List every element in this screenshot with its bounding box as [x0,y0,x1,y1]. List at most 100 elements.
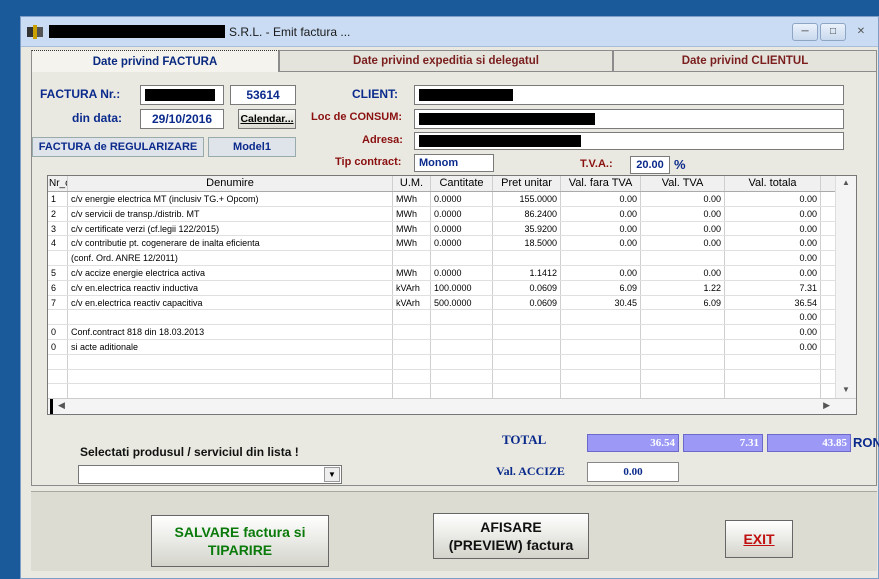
table-row[interactable] [48,384,856,400]
scroll-left-icon[interactable]: ◀ [58,400,65,411]
table-cell[interactable]: 7 [48,295,68,310]
table-row[interactable]: 1 c/v energie electrica MT (inclusiv TG.+… [48,192,856,207]
title-bar[interactable]: S.R.L. - Emit factura ... ─ □ ✕ [21,17,878,47]
table-cell[interactable]: 0.00 [641,206,725,221]
table-cell[interactable] [561,251,641,265]
table-row[interactable]: 0.00 [48,310,856,326]
accize-field[interactable]: 0.00 [587,462,679,482]
table-cell[interactable]: 0.00 [725,339,821,354]
header-pret[interactable]: Pret unitar [493,176,561,191]
table-cell[interactable]: 0.00 [725,192,821,206]
table-cell[interactable]: 0.0609 [493,295,561,310]
table-cell[interactable]: MWh [393,221,431,236]
table-cell[interactable]: 35.9200 [493,221,561,236]
invoice-lines-grid[interactable]: Nr_crt Denumire U.M. Cantitate Pret unit… [47,175,857,415]
table-cell[interactable] [393,369,431,384]
header-tva[interactable]: Val. TVA [641,176,725,191]
table-cell[interactable]: 0.00 [641,236,725,251]
table-cell[interactable]: 86.2400 [493,206,561,221]
table-cell[interactable] [431,369,493,384]
save-print-button[interactable]: SALVARE factura si TIPARIRE [151,515,329,567]
consum-field[interactable] [414,109,844,129]
table-cell[interactable] [68,384,393,399]
table-cell[interactable] [68,310,393,325]
table-cell[interactable] [641,339,725,354]
table-cell[interactable] [493,384,561,399]
table-cell[interactable]: 0 [48,325,68,339]
address-field[interactable] [414,132,844,150]
table-cell[interactable] [641,325,725,339]
header-cantitate[interactable]: Cantitate [431,176,493,191]
table-cell[interactable]: 0.0000 [431,236,493,251]
table-cell[interactable] [561,339,641,354]
scroll-down-icon[interactable]: ▼ [836,385,856,394]
table-cell[interactable]: MWh [393,192,431,206]
table-cell[interactable]: c/v servicii de transp./distrib. MT [68,206,393,221]
table-cell[interactable]: 1 [48,192,68,206]
table-cell[interactable]: 1.22 [641,280,725,295]
table-cell[interactable]: 0.0000 [431,192,493,206]
table-cell[interactable]: c/v accize energie electrica activa [68,265,393,280]
table-cell[interactable]: 0.00 [725,310,821,325]
table-cell[interactable] [493,354,561,369]
table-cell[interactable]: c/v certificate verzi (cf.legii 122/2015… [68,221,393,236]
invoice-type-button[interactable]: FACTURA de REGULARIZARE [32,137,204,157]
table-cell[interactable] [68,354,393,369]
table-cell[interactable]: 0.00 [561,206,641,221]
redacted-series-field[interactable] [140,85,224,105]
table-cell[interactable]: 100.0000 [431,280,493,295]
table-cell[interactable]: 0.00 [725,206,821,221]
header-denumire[interactable]: Denumire [68,176,393,191]
scroll-right-icon[interactable]: ▶ [823,400,830,411]
header-um[interactable]: U.M. [393,176,431,191]
tab-factura[interactable]: Date privind FACTURA [31,50,279,72]
table-cell[interactable]: 1.1412 [493,265,561,280]
minimize-icon[interactable]: ─ [792,23,818,41]
table-cell[interactable]: kVArh [393,280,431,295]
table-cell[interactable] [561,384,641,399]
chevron-down-icon[interactable]: ▼ [324,467,340,482]
table-cell[interactable] [393,339,431,354]
table-cell[interactable] [431,339,493,354]
table-cell[interactable]: 0.00 [725,236,821,251]
table-row[interactable] [48,369,856,385]
tab-client[interactable]: Date privind CLIENTUL [613,50,877,72]
table-cell[interactable]: c/v en.electrica reactiv inductiva [68,280,393,295]
table-cell[interactable] [725,369,821,384]
client-field[interactable] [414,85,844,105]
table-cell[interactable]: 0.00 [561,236,641,251]
table-cell[interactable]: kVArh [393,295,431,310]
table-cell[interactable] [493,339,561,354]
table-cell[interactable] [393,251,431,265]
table-cell[interactable]: 30.45 [561,295,641,310]
table-row[interactable]: 7 c/v en.electrica reactiv capacitiva kVAr… [48,295,856,311]
table-cell[interactable] [431,354,493,369]
table-cell[interactable]: 0.0000 [431,265,493,280]
table-cell[interactable] [431,310,493,325]
table-row[interactable]: 4 c/v contributie pt. cogenerare de inalt… [48,236,856,252]
table-cell[interactable]: 0.00 [561,192,641,206]
table-cell[interactable]: 0.0000 [431,206,493,221]
table-row[interactable]: 5 c/v accize energie electrica activa MWh 0… [48,265,856,281]
table-cell[interactable] [393,325,431,339]
scroll-up-icon[interactable]: ▲ [836,176,856,190]
table-cell[interactable] [641,354,725,369]
table-row[interactable]: 2 c/v servicii de transp./distrib. MT MWh 0… [48,206,856,222]
table-cell[interactable]: 0.00 [561,221,641,236]
table-cell[interactable]: c/v energie electrica MT (inclusiv TG.+ … [68,192,393,206]
table-cell[interactable]: MWh [393,236,431,251]
table-cell[interactable] [725,384,821,399]
maximize-icon[interactable]: □ [820,23,846,41]
table-row[interactable]: 0 Conf.contract 818 din 18.03.2013 0.00 [48,325,856,340]
table-cell[interactable]: 6.09 [641,295,725,310]
table-cell[interactable] [561,310,641,325]
table-cell[interactable] [641,384,725,399]
horizontal-scrollbar[interactable]: ◀ ▶ [48,398,856,414]
tab-expeditie[interactable]: Date privind expeditia si delegatul [279,50,613,72]
table-cell[interactable] [431,325,493,339]
vertical-scrollbar[interactable]: ▲ ▼ [835,176,856,398]
table-cell[interactable]: 5 [48,265,68,280]
table-cell[interactable] [393,384,431,399]
header-fara-tva[interactable]: Val. fara TVA [561,176,641,191]
table-cell[interactable]: 18.5000 [493,236,561,251]
